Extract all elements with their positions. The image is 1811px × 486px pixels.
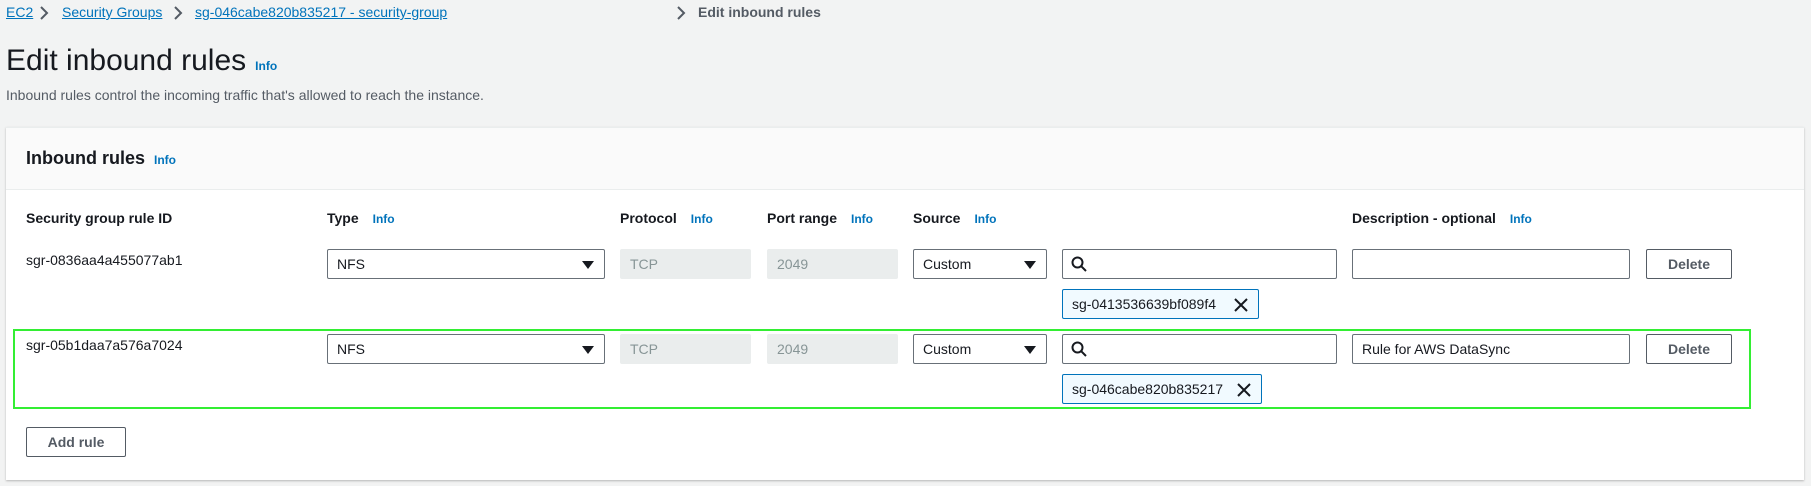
- add-rule-button[interactable]: Add rule: [26, 427, 126, 457]
- chevron-right-icon: [174, 6, 183, 20]
- col-header-source: Source Info: [913, 210, 996, 226]
- source-info-link[interactable]: Info: [974, 212, 996, 226]
- chevron-right-icon: [677, 6, 686, 20]
- col-header-source-label: Source: [913, 210, 961, 226]
- description-input[interactable]: [1352, 249, 1630, 279]
- source-search: [1062, 249, 1337, 279]
- port-range-field: 2049: [767, 334, 898, 364]
- port-range-field: 2049: [767, 249, 898, 279]
- source-search: [1062, 334, 1337, 364]
- page-title: Edit inbound rules Info: [6, 44, 277, 78]
- caret-down-icon: [1024, 346, 1036, 354]
- page-info-link[interactable]: Info: [255, 59, 277, 73]
- col-header-protocol-label: Protocol: [620, 210, 677, 226]
- breadcrumb-ec2-link[interactable]: EC2: [6, 4, 33, 20]
- caret-down-icon: [582, 261, 594, 269]
- type-select-value: NFS: [337, 256, 365, 272]
- rule-id: sgr-0836aa4a455077ab1: [26, 252, 183, 268]
- col-header-description-label: Description - optional: [1352, 210, 1496, 226]
- source-search-input[interactable]: [1062, 249, 1337, 279]
- protocol-field: TCP: [620, 249, 751, 279]
- delete-button[interactable]: Delete: [1646, 249, 1732, 279]
- protocol-info-link[interactable]: Info: [691, 212, 713, 226]
- source-select-value: Custom: [923, 341, 972, 357]
- source-token-label: sg-0413536639bf089f4: [1072, 296, 1217, 312]
- breadcrumb-security-group-link[interactable]: sg-046cabe820b835217 - security-group: [195, 4, 447, 20]
- type-select[interactable]: NFS: [327, 334, 605, 364]
- caret-down-icon: [582, 346, 594, 354]
- panel-header: Inbound rules Info: [6, 128, 1804, 190]
- source-token: sg-0413536639bf089f4: [1062, 289, 1259, 319]
- type-select-value: NFS: [337, 341, 365, 357]
- search-icon: [1071, 256, 1087, 272]
- delete-button[interactable]: Delete: [1646, 334, 1732, 364]
- source-token: sg-046cabe820b835217: [1062, 374, 1262, 404]
- chevron-right-icon: [40, 6, 49, 20]
- col-header-port-range-label: Port range: [767, 210, 838, 226]
- search-icon: [1071, 341, 1087, 357]
- close-icon[interactable]: [1236, 382, 1252, 398]
- source-select[interactable]: Custom: [913, 334, 1047, 364]
- breadcrumb-security-groups-link[interactable]: Security Groups: [62, 4, 162, 20]
- page-title-text: Edit inbound rules: [6, 44, 247, 77]
- page-description: Inbound rules control the incoming traff…: [6, 87, 484, 103]
- col-header-type: Type Info: [327, 210, 395, 226]
- inbound-rules-panel: Inbound rules Info: [6, 127, 1804, 480]
- col-header-description: Description - optional Info: [1352, 210, 1532, 226]
- col-header-rule-id: Security group rule ID: [26, 210, 172, 226]
- panel-title-text: Inbound rules: [26, 148, 145, 168]
- source-search-input[interactable]: [1062, 334, 1337, 364]
- panel-info-link[interactable]: Info: [154, 153, 176, 167]
- col-header-port-range: Port range Info: [767, 210, 873, 226]
- caret-down-icon: [1024, 261, 1036, 269]
- close-icon[interactable]: [1233, 297, 1249, 313]
- breadcrumb-current: Edit inbound rules: [698, 4, 821, 20]
- source-token-label: sg-046cabe820b835217: [1072, 381, 1224, 397]
- col-header-type-label: Type: [327, 210, 359, 226]
- col-header-rule-id-label: Security group rule ID: [26, 210, 173, 226]
- port-range-info-link[interactable]: Info: [851, 212, 873, 226]
- panel-title: Inbound rules Info: [26, 148, 176, 169]
- description-input[interactable]: [1352, 334, 1630, 364]
- source-select[interactable]: Custom: [913, 249, 1047, 279]
- type-select[interactable]: NFS: [327, 249, 605, 279]
- description-info-link[interactable]: Info: [1510, 212, 1532, 226]
- protocol-field: TCP: [620, 334, 751, 364]
- type-info-link[interactable]: Info: [373, 212, 395, 226]
- rule-id: sgr-05b1daa7a576a7024: [26, 337, 183, 353]
- source-select-value: Custom: [923, 256, 972, 272]
- col-header-protocol: Protocol Info: [620, 210, 713, 226]
